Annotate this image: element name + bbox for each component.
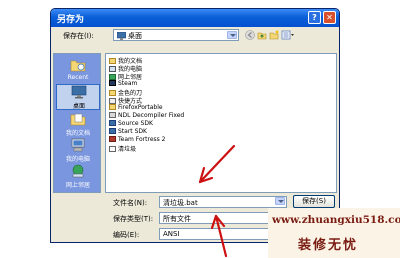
watermark: www.zhuangxiu518.com 装修无忧 (268, 208, 400, 258)
watermark-url: www.zhuangxiu518.com (272, 214, 400, 226)
arrow-to-filetype (210, 214, 228, 258)
watermark-name: 装修无忧 (298, 238, 359, 253)
arrow-to-filename (198, 144, 236, 184)
